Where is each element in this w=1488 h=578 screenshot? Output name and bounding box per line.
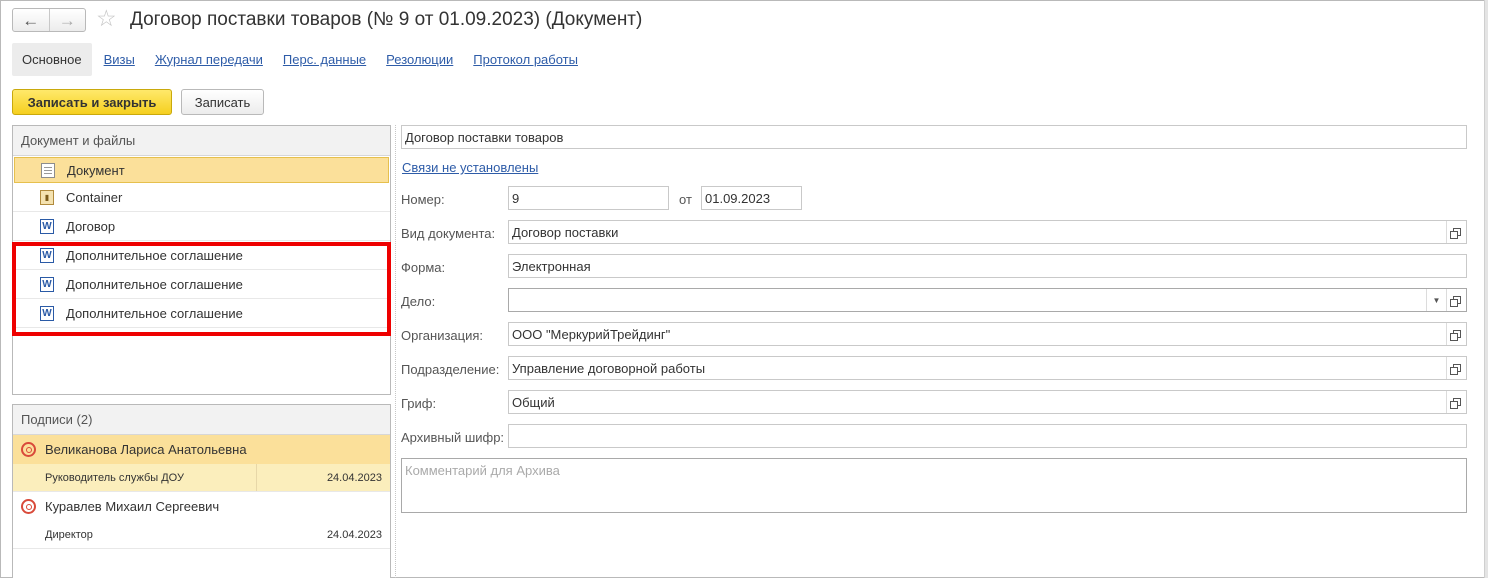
panel-splitter[interactable] — [395, 125, 396, 578]
organization-value: ООО "МеркурийТрейдинг" — [512, 326, 671, 342]
open-icon[interactable] — [1446, 391, 1466, 413]
archive-code-label: Архивный шифр: — [401, 430, 505, 445]
tab-resolutions[interactable]: Резолюции — [386, 52, 453, 67]
department-field[interactable]: Управление договорной работы — [508, 356, 1467, 380]
file-row-contract[interactable]: W Договор — [13, 212, 390, 241]
document-icon — [41, 162, 55, 178]
tab-visas[interactable]: Визы — [104, 52, 135, 67]
classification-label: Гриф: — [401, 396, 437, 411]
files-panel-header: Документ и файлы — [13, 126, 390, 156]
word-icon: W — [40, 218, 54, 234]
signer-role: Руководитель службы ДОУ — [13, 464, 257, 491]
doc-type-value: Договор поставки — [512, 224, 619, 240]
open-icon[interactable] — [1446, 323, 1466, 345]
tab-main[interactable]: Основное — [12, 42, 92, 76]
tab-personal-data[interactable]: Перс. данные — [283, 52, 366, 67]
window-edge — [1484, 0, 1488, 578]
chevron-down-icon[interactable]: ▼ — [1426, 289, 1446, 311]
tab-bar: Основное Визы Журнал передачи Перс. данн… — [12, 42, 598, 76]
save-and-close-button[interactable]: Записать и закрыть — [12, 89, 172, 115]
open-icon[interactable] — [1446, 289, 1466, 311]
doc-type-field[interactable]: Договор поставки — [508, 220, 1467, 244]
number-label: Номер: — [401, 192, 445, 207]
save-button[interactable]: Записать — [181, 89, 264, 115]
classification-field[interactable]: Общий — [508, 390, 1467, 414]
file-row-container[interactable]: ▮ Container — [13, 183, 390, 212]
signature-details[interactable]: Директор 24.04.2023 — [13, 521, 390, 549]
signatures-panel: Подписи (2) Великанова Лариса Анатольевн… — [12, 404, 391, 578]
signature-seal-icon — [21, 442, 36, 457]
signer-role: Директор — [45, 528, 93, 541]
favorite-star-icon[interactable]: ☆ — [96, 7, 117, 30]
signature-date: 24.04.2023 — [326, 528, 382, 541]
open-icon[interactable] — [1446, 357, 1466, 379]
tab-transfer-log[interactable]: Журнал передачи — [155, 52, 263, 67]
history-navigation: ← → — [12, 8, 86, 32]
signature-row[interactable]: Куравлев Михаил Сергеевич — [13, 492, 390, 521]
number-field[interactable]: 9 — [508, 186, 669, 210]
form-label: Форма: — [401, 260, 446, 275]
signature-seal-icon — [21, 499, 36, 514]
highlight-frame — [12, 242, 391, 336]
archive-comment-field[interactable]: Комментарий для Архива — [401, 458, 1467, 513]
department-value: Управление договорной работы — [512, 360, 706, 376]
arrow-right-icon: → — [58, 10, 76, 30]
signatures-panel-header: Подписи (2) — [13, 405, 390, 435]
back-button[interactable]: ← — [13, 9, 49, 31]
organization-field[interactable]: ООО "МеркурийТрейдинг" — [508, 322, 1467, 346]
department-label: Подразделение: — [401, 362, 500, 377]
date-from-label: от — [679, 192, 692, 207]
tab-work-protocol[interactable]: Протокол работы — [473, 52, 578, 67]
classification-value: Общий — [512, 394, 555, 410]
organization-label: Организация: — [401, 328, 484, 343]
forward-button[interactable]: → — [48, 9, 86, 31]
arrow-left-icon: ← — [22, 10, 40, 30]
signer-name: Куравлев Михаил Сергеевич — [45, 499, 220, 514]
archive-code-field[interactable] — [508, 424, 1467, 448]
file-label: Документ — [67, 162, 125, 178]
links-status-link[interactable]: Связи не установлены — [402, 160, 538, 175]
signature-details[interactable]: Руководитель службы ДОУ 24.04.2023 — [13, 464, 390, 492]
file-label: Container — [66, 189, 123, 205]
signature-row[interactable]: Великанова Лариса Анатольевна — [13, 435, 390, 464]
signer-name: Великанова Лариса Анатольевна — [45, 442, 247, 457]
date-field[interactable]: 01.09.2023 — [701, 186, 802, 210]
page-title: Договор поставки товаров (№ 9 от 01.09.2… — [130, 9, 643, 30]
open-icon[interactable] — [1446, 221, 1466, 243]
case-label: Дело: — [401, 294, 436, 309]
container-icon: ▮ — [40, 189, 54, 205]
doc-type-label: Вид документа: — [401, 226, 496, 241]
file-row-document[interactable]: Документ — [14, 157, 389, 183]
file-label: Договор — [66, 218, 116, 234]
form-field[interactable]: Электронная — [508, 254, 1467, 278]
document-title-field[interactable]: Договор поставки товаров — [401, 125, 1467, 149]
signature-date: 24.04.2023 — [326, 471, 382, 484]
case-field[interactable]: ▼ — [508, 288, 1467, 312]
